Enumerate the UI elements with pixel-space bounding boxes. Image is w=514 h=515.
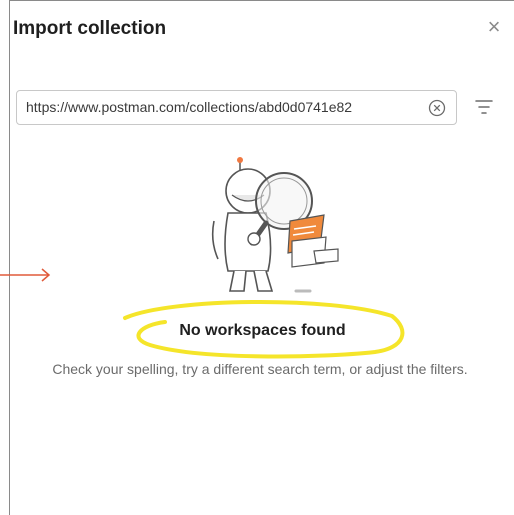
dialog-title: Import collection — [13, 18, 167, 39]
empty-state-description: Check your spelling, try a different sea… — [52, 361, 468, 377]
empty-state-title: No workspaces found — [179, 322, 346, 339]
astronaut-magnifier-illustration — [211, 157, 339, 293]
filter-icon[interactable] — [474, 98, 494, 116]
close-icon[interactable]: × — [484, 16, 504, 38]
import-collection-dialog: Import collection × https://www.postman.… — [9, 0, 514, 515]
clear-circle-icon[interactable] — [428, 99, 446, 117]
search-field[interactable] — [16, 90, 457, 125]
collection-url-input[interactable] — [26, 91, 421, 124]
